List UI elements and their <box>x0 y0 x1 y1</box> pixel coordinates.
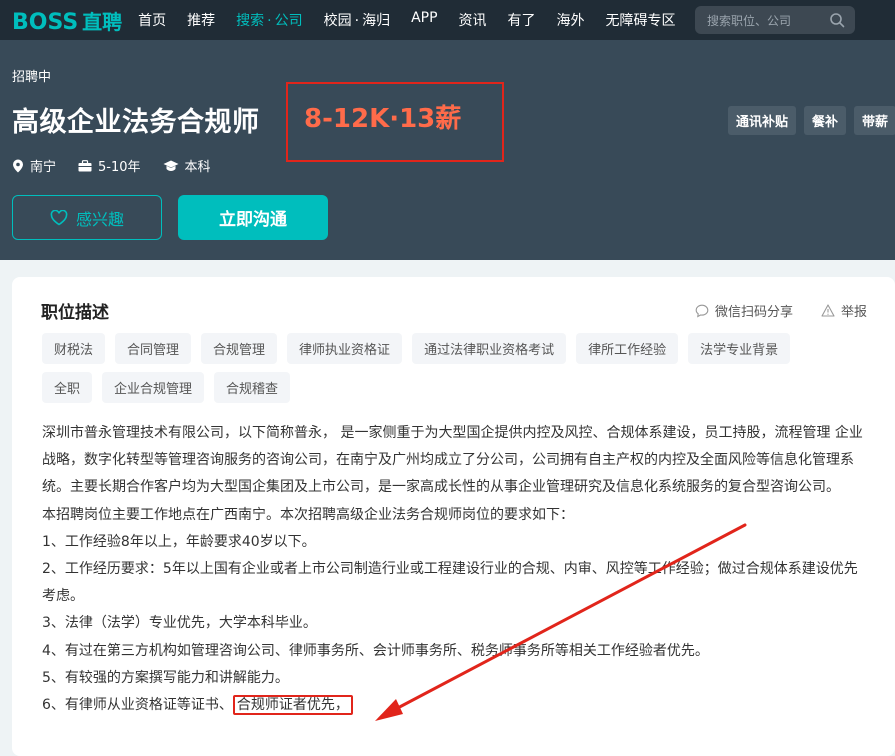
salary-annotation-box: 8-12K·13薪 <box>286 82 504 162</box>
share-label: 微信扫码分享 <box>714 305 793 320</box>
description-intro: 本招聘岗位主要工作地点在广西南宁。本次招聘高级企业法务合规师岗位的要求如下： <box>42 506 574 523</box>
nav-item-sep: · <box>267 13 272 29</box>
boss-logo[interactable]: BOSS 直聘 <box>12 6 122 35</box>
location-text: 南宁 <box>30 160 57 175</box>
requirement-item: 4、有过在第三方机构如管理咨询公司、律师事务所、会计师事务所、税务师事务所等相关… <box>42 642 709 659</box>
nav-item-campus-label: 校园 <box>323 13 352 29</box>
nav-item-app[interactable]: APP <box>411 10 437 30</box>
job-description-card: 职位描述 微信扫码分享 举报 财税法 合同管理 合规管理 律师执业资格证 通过法… <box>12 277 895 756</box>
requirement-item: 1、工作经验8年以上，年龄要求40岁以下。 <box>42 533 316 550</box>
job-description-text: 深圳市普永管理技术有限公司，以下简称普永， 是一家侧重于为大型国企提供内控及风控… <box>42 420 868 719</box>
meta-location: 南宁 <box>12 156 56 175</box>
skill-tag: 合同管理 <box>115 333 192 364</box>
requirement-item: 3、法律（法学）专业优先，大学本科毕业。 <box>42 615 317 632</box>
wechat-share-link[interactable]: 微信扫码分享 <box>695 301 793 320</box>
location-pin-icon <box>13 159 23 172</box>
job-status: 招聘中 <box>12 70 52 85</box>
heart-icon <box>50 209 68 225</box>
requirement-text: 6、有律师从业资格证等证书、 <box>42 697 233 714</box>
tag-row: 全职 企业合规管理 合规稽查 <box>42 372 872 403</box>
nav-item-overseas-return-label: 海归 <box>362 13 391 29</box>
nav-item-home[interactable]: 首页 <box>138 10 166 30</box>
nav-item-search-company[interactable]: 搜索 · 公司 <box>236 10 302 30</box>
section-title: 职位描述 <box>41 303 109 323</box>
tag-row: 财税法 合同管理 合规管理 律师执业资格证 通过法律职业资格考试 律所工作经验 … <box>42 333 872 364</box>
highlight-annotation: 合规师证者优先， <box>232 695 353 716</box>
skill-tag: 企业合规管理 <box>102 372 205 403</box>
search-placeholder: 搜索职位、公司 <box>707 13 792 28</box>
skill-tags: 财税法 合同管理 合规管理 律师执业资格证 通过法律职业资格考试 律所工作经验 … <box>42 333 872 411</box>
skill-tag: 律所工作经验 <box>576 333 679 364</box>
job-meta: 南宁 5-10年 本科 <box>12 156 233 175</box>
skill-tag: 律师执业资格证 <box>287 333 403 364</box>
card-actions: 微信扫码分享 举报 <box>667 301 867 320</box>
skill-tag: 通过法律职业资格考试 <box>412 333 567 364</box>
nav-items: 首页 推荐 搜索 · 公司 校园 · 海归 APP 资讯 有了 海外 无障碍专区 <box>138 10 696 30</box>
nav-item-youle[interactable]: 有了 <box>508 10 536 30</box>
briefcase-icon <box>78 159 92 171</box>
report-link[interactable]: 举报 <box>821 301 867 320</box>
experience-text: 5-10年 <box>98 160 141 175</box>
report-label: 举报 <box>840 305 867 320</box>
nav-item-search-label: 搜索 <box>236 13 265 29</box>
benefit-tag: 带薪 <box>854 106 895 135</box>
search-icon[interactable] <box>829 12 845 28</box>
skill-tag: 法学专业背景 <box>688 333 791 364</box>
skill-tag: 全职 <box>42 372 93 403</box>
search-input[interactable]: 搜索职位、公司 <box>695 6 855 34</box>
nav-item-news[interactable]: 资讯 <box>459 10 487 30</box>
meta-experience: 5-10年 <box>78 156 141 175</box>
nav-item-campus-overseas[interactable]: 校园 · 海归 <box>324 10 390 30</box>
interest-button[interactable]: 感兴趣 <box>12 195 162 240</box>
nav-item-sep: · <box>354 13 360 29</box>
nav-item-recommend[interactable]: 推荐 <box>187 10 215 30</box>
benefit-tags: 通讯补贴 餐补 带薪 <box>728 106 895 135</box>
chat-now-button[interactable]: 立即沟通 <box>178 195 328 240</box>
skill-tag: 合规稽查 <box>214 372 291 403</box>
benefit-tag: 餐补 <box>804 106 847 135</box>
meta-education: 本科 <box>163 156 211 175</box>
chat-bubble-icon <box>695 304 709 318</box>
job-header: 招聘中 高级企业法务合规师 8-12K·13薪 通讯补贴 餐补 带薪 南宁 5-… <box>0 40 895 260</box>
nav-item-accessibility[interactable]: 无障碍专区 <box>606 10 676 30</box>
skill-tag: 合规管理 <box>201 333 278 364</box>
requirement-item: 5、有较强的方案撰写能力和讲解能力。 <box>42 669 289 686</box>
job-title: 高级企业法务合规师 <box>12 107 260 138</box>
logo-zp-text: 直聘 <box>82 9 123 34</box>
interest-label: 感兴趣 <box>75 209 124 229</box>
graduation-cap-icon <box>163 160 179 171</box>
top-nav: BOSS 直聘 首页 推荐 搜索 · 公司 校园 · 海归 APP 资讯 有了 海外 无… <box>0 0 895 40</box>
education-text: 本科 <box>184 160 211 175</box>
skill-tag: 财税法 <box>42 333 106 364</box>
requirement-item: 6、有律师从业资格证等证书、 合规师证者优先， <box>42 692 868 719</box>
requirement-item: 2、工作经历要求：5年以上国有企业或者上市公司制造行业或工程建设行业的合规、内审… <box>42 561 858 605</box>
benefit-tag: 通讯补贴 <box>728 106 797 135</box>
nav-item-company-label: 公司 <box>274 13 303 29</box>
salary: 8-12K·13薪 <box>304 104 462 134</box>
warning-icon <box>821 304 835 317</box>
logo-boss-text: BOSS <box>12 9 79 35</box>
nav-item-overseas[interactable]: 海外 <box>557 10 585 30</box>
company-intro: 深圳市普永管理技术有限公司，以下简称普永， 是一家侧重于为大型国企提供内控及风控… <box>42 425 863 496</box>
